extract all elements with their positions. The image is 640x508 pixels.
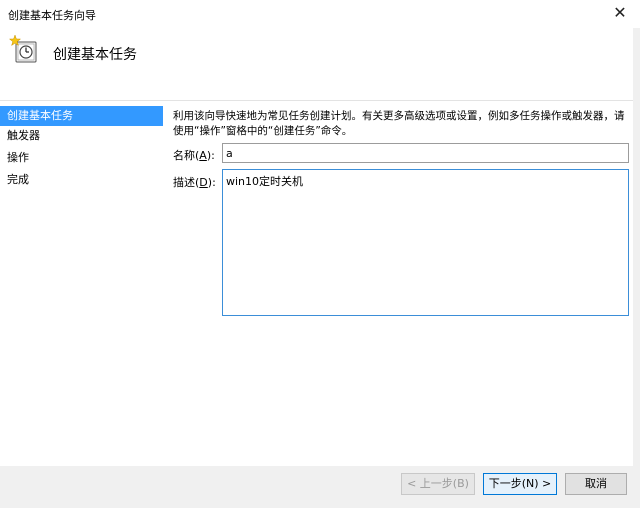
- name-label-accesskey: A: [199, 149, 207, 162]
- name-label-text: 名称(: [173, 149, 200, 162]
- description-label-end: ):: [207, 176, 216, 189]
- title-bar: 创建基本任务向导 ✕: [0, 0, 640, 28]
- name-input[interactable]: [222, 143, 629, 163]
- wizard-step-list: 创建基本任务 触发器 操作 完成: [0, 104, 163, 508]
- description-label: 描述(D):: [173, 174, 216, 190]
- window-title: 创建基本任务向导: [8, 9, 96, 22]
- name-label: 名称(A):: [173, 147, 215, 163]
- button-bar: < 上一步(B) 下一步(N) > 取消: [0, 466, 633, 508]
- wizard-header: 创建基本任务: [0, 28, 640, 101]
- cancel-button[interactable]: 取消: [565, 473, 627, 495]
- next-button[interactable]: 下一步(N) >: [483, 473, 557, 495]
- step-create-basic-task[interactable]: 创建基本任务: [0, 106, 163, 126]
- description-label-accesskey: D: [199, 176, 208, 189]
- wizard-content: 利用该向导快速地为常见任务创建计划。有关更多高级选项或设置，例如多任务操作或触发…: [163, 100, 633, 466]
- step-action[interactable]: 操作: [0, 148, 163, 168]
- step-finish[interactable]: 完成: [0, 170, 163, 190]
- name-label-end: ):: [206, 149, 215, 162]
- description-input[interactable]: win10定时关机: [222, 169, 629, 316]
- back-button[interactable]: < 上一步(B): [401, 473, 475, 495]
- close-button[interactable]: ✕: [610, 3, 630, 23]
- intro-text: 利用该向导快速地为常见任务创建计划。有关更多高级选项或设置，例如多任务操作或触发…: [173, 110, 625, 137]
- description-label-text: 描述(: [173, 176, 200, 189]
- window-edge: [633, 28, 640, 508]
- page-heading: 创建基本任务: [53, 47, 137, 63]
- task-scheduler-clock-icon: [8, 34, 37, 63]
- step-trigger[interactable]: 触发器: [0, 126, 163, 146]
